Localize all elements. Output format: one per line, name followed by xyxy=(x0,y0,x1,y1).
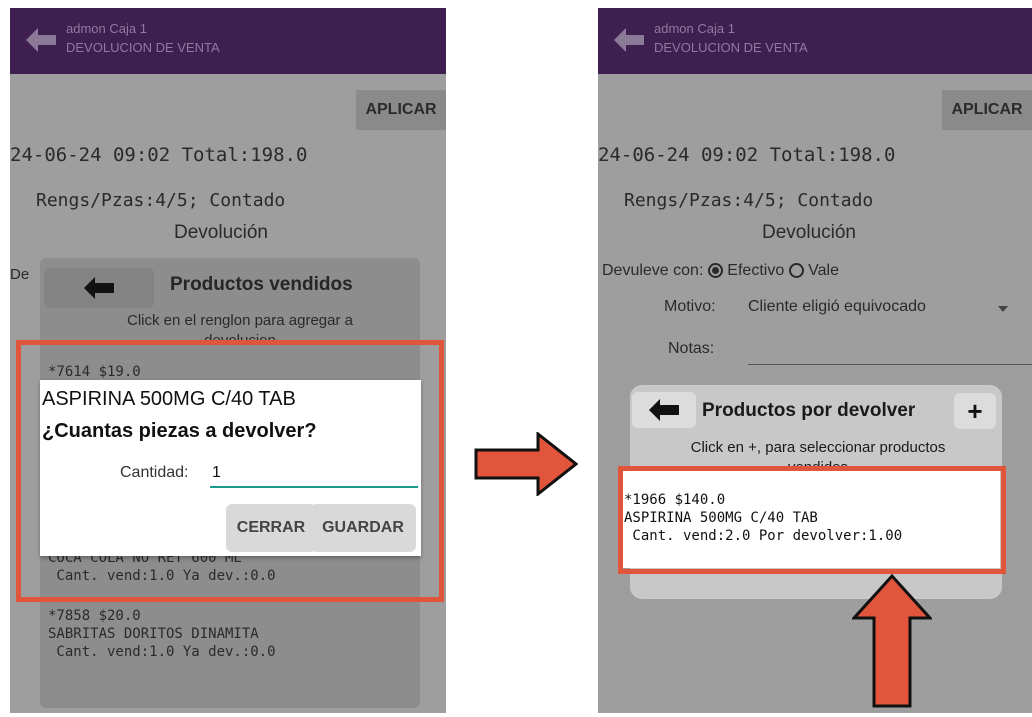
radio-voucher-label: Vale xyxy=(808,262,839,279)
motivo-label: Motivo: xyxy=(664,298,716,315)
radio-cash-label: Efectivo xyxy=(727,262,785,279)
highlight-box xyxy=(618,466,1006,574)
motivo-select[interactable]: Cliente eligió equivocado xyxy=(748,298,926,316)
notas-label: Notas: xyxy=(668,340,715,357)
chevron-down-icon[interactable] xyxy=(998,306,1008,312)
notas-field[interactable] xyxy=(748,364,1032,365)
screen-title: DEVOLUCION DE VENTA xyxy=(654,40,808,55)
app-bar: admon Caja 1 DEVOLUCION DE VENTA xyxy=(598,8,1032,74)
devolucion-header: Devolución xyxy=(762,222,856,243)
sheet-back-button[interactable] xyxy=(632,392,696,428)
right-screenshot: admon Caja 1 DEVOLUCION DE VENTA APLICAR… xyxy=(598,8,1032,713)
devolucion-header: Devolución xyxy=(174,222,268,243)
left-screenshot: admon Caja 1 DEVOLUCION DE VENTA APLICAR… xyxy=(10,8,446,713)
sheet-back-button[interactable] xyxy=(44,268,154,308)
sheet-title: Productos por devolver xyxy=(702,400,916,421)
apply-button[interactable]: APLICAR xyxy=(942,90,1032,130)
devuelve-con-label: Devuleve con: xyxy=(602,262,704,279)
highlight-box xyxy=(16,340,444,602)
sale-datetime-total: 24-06-24 09:02 Total:198.0 xyxy=(10,144,308,166)
back-arrow-icon[interactable] xyxy=(26,28,56,52)
list-item-product[interactable]: SABRITAS DORITOS DINAMITA xyxy=(48,626,259,642)
sale-summary: Rengs/Pzas:4/5; Contado xyxy=(624,190,874,211)
sheet-title: Productos vendidos xyxy=(170,274,353,295)
sale-datetime-total: 24-06-24 09:02 Total:198.0 xyxy=(598,144,896,166)
radio-cash[interactable] xyxy=(707,263,723,278)
devuelve-con-row: Devuleve con: Efectivo Vale xyxy=(602,262,839,280)
back-arrow-icon xyxy=(649,399,679,421)
sale-summary: Rengs/Pzas:4/5; Contado xyxy=(36,190,286,211)
list-item-header[interactable]: *7858 $20.0 xyxy=(48,608,141,624)
radio-voucher[interactable] xyxy=(788,263,804,278)
user-label: admon Caja 1 xyxy=(654,21,735,36)
app-bar: admon Caja 1 DEVOLUCION DE VENTA xyxy=(10,8,446,74)
back-arrow-icon xyxy=(84,277,114,299)
list-item-qty[interactable]: Cant. vend:1.0 Ya dev.:0.0 xyxy=(48,644,275,660)
add-icon[interactable]: + xyxy=(954,393,996,429)
user-label: admon Caja 1 xyxy=(66,21,147,36)
screen-title: DEVOLUCION DE VENTA xyxy=(66,40,220,55)
arrow-up-icon xyxy=(852,574,932,708)
arrow-right-icon xyxy=(474,432,578,496)
devuelve-con-label: De xyxy=(10,266,30,283)
back-arrow-icon[interactable] xyxy=(614,28,644,52)
apply-button[interactable]: APLICAR xyxy=(356,90,446,130)
